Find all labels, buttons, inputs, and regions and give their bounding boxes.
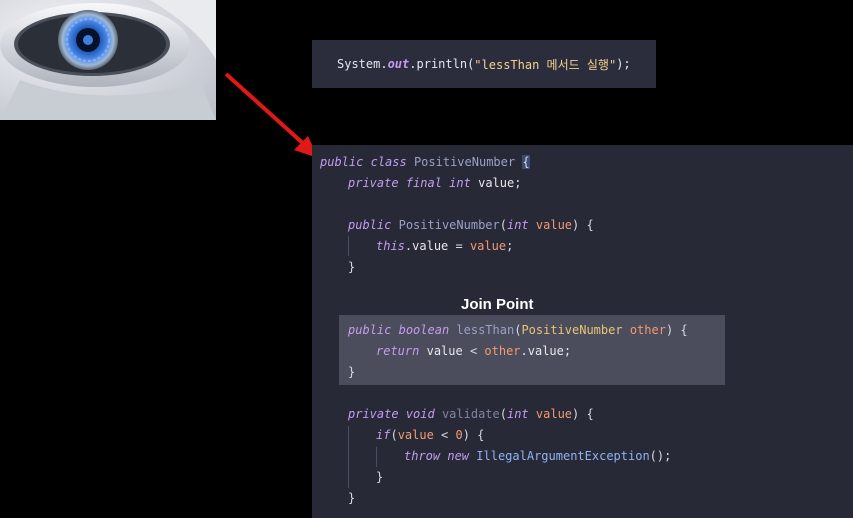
code-line-constructor: public PositiveNumber(int value) { [348, 218, 594, 232]
code-line-if: if(value < 0) { [376, 428, 485, 442]
code-line-close: } [376, 470, 384, 484]
code-line-throw: throw new IllegalArgumentException(); [404, 449, 672, 463]
code-line-class: public class PositiveNumber { [320, 155, 530, 169]
code-line-field: private final int value; [348, 176, 522, 190]
code-lines: public class PositiveNumber { private fi… [312, 0, 853, 518]
code-line-close: } [348, 365, 356, 379]
code-line-lessthan: public boolean lessThan(PositiveNumber o… [348, 323, 688, 337]
code-line-close: } [348, 491, 356, 505]
code-line-assign: this.value = value; [376, 239, 514, 253]
robot-eye-image [0, 0, 216, 120]
code-line-validate: private void validate(int value) { [348, 407, 594, 421]
code-line-return: return value < other.value; [376, 344, 572, 358]
code-line-close: } [348, 260, 356, 274]
